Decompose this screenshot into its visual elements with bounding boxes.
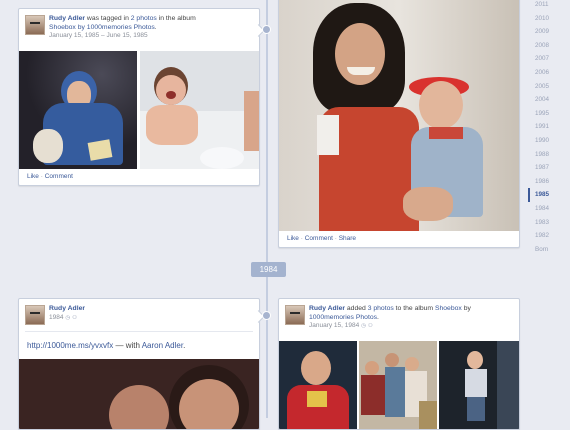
link-story: Rudy Adler 1984 ◷ ⚇ http://1000me.ms/yvx… <box>18 298 260 430</box>
year-link-2006[interactable]: 2006 <box>528 66 570 80</box>
story-date[interactable]: January 15, 1985 – June 15, 1985 <box>49 32 148 39</box>
url-link[interactable]: http://1000me.ms/yvxvfx <box>27 341 113 350</box>
year-navigation: 2011 2010 2009 2008 2007 2006 2005 2004 1995 1991… <box>528 0 570 256</box>
year-link-2009[interactable]: 2009 <box>528 25 570 39</box>
comment-link[interactable]: Comment <box>45 173 73 180</box>
album-link[interactable]: Shoebox <box>435 305 462 312</box>
year-link-1995[interactable]: 1995 <box>528 107 570 121</box>
photos-link[interactable]: 3 photos <box>368 305 394 312</box>
album-photo-group[interactable] <box>359 341 437 429</box>
year-link-2007[interactable]: 2007 <box>528 52 570 66</box>
like-link[interactable]: Like <box>287 235 299 242</box>
year-link-1986[interactable]: 1986 <box>528 175 570 189</box>
story-header: Rudy Adler 1984 ◷ ⚇ <box>49 305 253 322</box>
year-link-1988[interactable]: 1988 <box>528 148 570 162</box>
year-link-1987[interactable]: 1987 <box>528 161 570 175</box>
divider <box>25 331 253 332</box>
story-text: Rudy Adler added 3 photos to the album S… <box>309 305 471 329</box>
timeline-dot <box>262 25 271 34</box>
tagged-photos-story: Rudy Adler was tagged in 2 photos in the… <box>18 8 260 186</box>
author-link[interactable]: Rudy Adler <box>49 15 85 22</box>
timeline-spine <box>266 0 268 418</box>
tagged-person-link[interactable]: Aaron Adler <box>142 341 183 350</box>
avatar[interactable] <box>285 305 305 325</box>
year-link-1991[interactable]: 1991 <box>528 120 570 134</box>
story-text: Rudy Adler was tagged in 2 photos in the… <box>49 15 196 39</box>
share-link[interactable]: Share <box>339 235 356 242</box>
large-photo-story: Like · Comment · Share <box>278 0 520 248</box>
year-link-1985[interactable]: 1985 <box>528 188 570 202</box>
story-date[interactable]: 1984 <box>49 314 63 321</box>
story-actions: Like · Comment <box>27 173 73 180</box>
post-text: http://1000me.ms/yvxvfx — with Aaron Adl… <box>27 341 186 350</box>
year-marker[interactable]: 1984 <box>251 262 286 277</box>
comment-link[interactable]: Comment <box>305 235 333 242</box>
photo-mother-and-son[interactable] <box>279 0 519 231</box>
year-link-2004[interactable]: 2004 <box>528 93 570 107</box>
year-link-1984[interactable]: 1984 <box>528 202 570 216</box>
like-link[interactable]: Like <box>27 173 39 180</box>
story-actions: Like · Comment · Share <box>287 235 357 242</box>
timeline-dot <box>262 311 271 320</box>
year-link-1983[interactable]: 1983 <box>528 216 570 230</box>
author-link[interactable]: Rudy Adler <box>49 305 85 312</box>
album-story: Rudy Adler added 3 photos to the album S… <box>278 298 520 430</box>
people-icon: ⚇ <box>72 314 77 321</box>
year-link-2005[interactable]: 2005 <box>528 80 570 94</box>
year-link-2011[interactable]: 2011 <box>528 0 570 12</box>
link-preview-photo[interactable] <box>19 359 259 429</box>
album-photo-boy-standing[interactable] <box>439 341 519 429</box>
avatar[interactable] <box>25 305 45 325</box>
clock-icon: ◷ <box>65 314 71 321</box>
photo-baby-bath[interactable] <box>140 51 259 169</box>
year-link-2010[interactable]: 2010 <box>528 12 570 26</box>
year-link-1990[interactable]: 1990 <box>528 134 570 148</box>
photo-boy-blue-jacket[interactable] <box>19 51 137 169</box>
story-date[interactable]: January 15, 1984 <box>309 322 359 329</box>
year-link-1982[interactable]: 1982 <box>528 229 570 243</box>
people-icon: ⚇ <box>367 323 373 329</box>
album-link-2[interactable]: 1000memories Photos <box>309 314 377 321</box>
avatar[interactable] <box>25 15 45 35</box>
clock-icon: ◷ <box>361 323 366 329</box>
album-link[interactable]: Shoebox by 1000memories Photos <box>49 24 155 31</box>
year-link-2008[interactable]: 2008 <box>528 39 570 53</box>
author-link[interactable]: Rudy Adler <box>309 305 345 312</box>
year-link-born[interactable]: Born <box>528 243 570 257</box>
album-photo-superman[interactable] <box>279 341 357 429</box>
photos-link[interactable]: 2 photos <box>131 15 157 22</box>
